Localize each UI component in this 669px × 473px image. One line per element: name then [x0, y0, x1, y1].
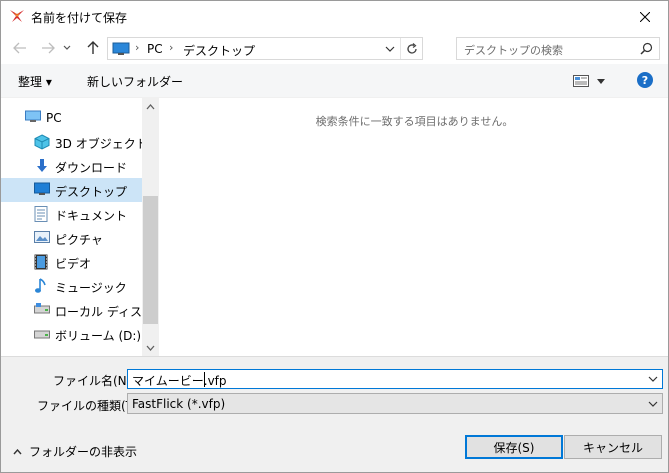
nav-item-music[interactable]: ミュージック	[1, 274, 142, 298]
arrow-right-icon	[42, 42, 55, 54]
filename-dropdown-button[interactable]	[646, 372, 660, 386]
breadcrumb-separator-icon: ›	[135, 41, 140, 54]
scroll-down-button[interactable]	[142, 339, 159, 356]
pc-icon	[25, 110, 41, 126]
change-view-button[interactable]	[573, 72, 611, 90]
nav-item-documents[interactable]: ドキュメント	[1, 202, 142, 226]
hide-folders-toggle[interactable]: フォルダーの非表示	[13, 443, 137, 460]
hide-folders-label: フォルダーの非表示	[29, 445, 138, 459]
nav-item-label: ピクチャ	[55, 233, 103, 247]
view-details-icon	[573, 75, 589, 87]
chevron-down-icon	[597, 78, 605, 84]
cancel-button[interactable]: キャンセル	[564, 435, 662, 459]
filename-field[interactable]: マイムービー.vfp	[127, 369, 663, 389]
navigation-pane: PC 3D オブジェクト ダウンロード デスクトップ ドキュメント ピクチャ ビ…	[1, 98, 159, 356]
chevron-up-icon	[13, 448, 22, 454]
save-button[interactable]: 保存(S)	[465, 435, 563, 459]
nav-item-label: ミュージック	[55, 281, 127, 295]
scroll-up-button[interactable]	[142, 98, 159, 115]
volume-icon	[34, 326, 50, 342]
nav-item-label: ドキュメント	[55, 209, 128, 223]
forward-button[interactable]	[39, 39, 57, 57]
nav-item-local-disk[interactable]: ローカル ディスク (C	[1, 298, 143, 322]
help-button[interactable]: ?	[637, 72, 653, 88]
recent-locations-button[interactable]	[61, 39, 73, 57]
nav-item-label: ダウンロード	[55, 161, 128, 175]
chevron-down-icon	[648, 401, 658, 407]
chevron-down-icon	[648, 376, 658, 382]
nav-item-pc[interactable]: PC	[1, 106, 142, 130]
organize-button[interactable]: 整理 ▾	[18, 73, 52, 90]
3d-objects-icon	[34, 134, 50, 150]
search-placeholder: デスクトップの検索	[464, 44, 563, 57]
breadcrumb-separator-icon: ›	[169, 41, 174, 54]
nav-item-label: ローカル ディスク (C	[55, 305, 143, 319]
search-input[interactable]: デスクトップの検索	[456, 37, 660, 60]
disk-icon	[34, 302, 50, 318]
nav-item-volume-d[interactable]: ボリューム (D:)	[1, 322, 142, 346]
save-form: ファイル名(N): マイムービー.vfp ファイルの種類(T): FastFli…	[1, 356, 668, 472]
search-icon[interactable]	[640, 42, 653, 58]
refresh-icon	[406, 42, 417, 54]
nav-item-3d-objects[interactable]: 3D オブジェクト	[1, 130, 143, 154]
scrollbar-thumb[interactable]	[143, 196, 158, 324]
refresh-button[interactable]	[400, 38, 422, 59]
desktop-icon	[34, 182, 50, 198]
download-icon	[34, 158, 50, 174]
nav-item-label: ボリューム (D:)	[55, 329, 142, 343]
pc-icon	[112, 42, 130, 59]
music-icon	[34, 278, 50, 294]
chevron-up-icon	[146, 103, 155, 109]
document-icon	[34, 206, 50, 222]
nav-item-desktop[interactable]: デスクトップ	[1, 178, 142, 202]
empty-result-message: 検索条件に一致する項目はありません。	[315, 115, 514, 128]
save-as-dialog: 名前を付けて保存 › PC › デスクトップ デスクトップの検索 整理 ▾ 新し…	[0, 0, 669, 473]
breadcrumb-desktop[interactable]: デスクトップ	[183, 42, 255, 59]
nav-item-downloads[interactable]: ダウンロード	[1, 154, 142, 178]
filetype-select[interactable]: FastFlick (*.vfp)	[127, 393, 663, 414]
filetype-value: FastFlick (*.vfp)	[132, 397, 226, 411]
chevron-down-icon	[385, 46, 395, 52]
chevron-down-icon	[63, 45, 71, 50]
filetype-dropdown-button[interactable]	[646, 397, 660, 411]
filename-value: マイムービー.vfp	[132, 374, 227, 388]
video-icon	[34, 254, 50, 270]
nav-item-pictures[interactable]: ピクチャ	[1, 226, 142, 250]
pictures-icon	[34, 230, 50, 246]
file-list-pane[interactable]: 検索条件に一致する項目はありません。	[161, 98, 668, 356]
nav-item-videos[interactable]: ビデオ	[1, 250, 142, 274]
nav-item-label: ビデオ	[55, 257, 92, 271]
address-dropdown-button[interactable]	[382, 41, 398, 57]
command-toolbar: 整理 ▾ 新しいフォルダー ?	[1, 64, 668, 98]
title-bar: 名前を付けて保存	[1, 1, 668, 32]
address-row: › PC › デスクトップ デスクトップの検索	[1, 32, 668, 64]
back-button[interactable]	[11, 39, 29, 57]
address-bar[interactable]: › PC › デスクトップ	[107, 37, 423, 60]
app-icon	[9, 8, 25, 24]
chevron-down-icon	[146, 345, 155, 351]
up-button[interactable]	[84, 39, 102, 57]
nav-item-label: 3D オブジェクト	[55, 137, 143, 151]
filename-label: ファイル名(N):	[53, 374, 136, 388]
breadcrumb-pc[interactable]: PC	[147, 42, 163, 56]
navigation-scrollbar[interactable]	[142, 98, 159, 356]
window-title: 名前を付けて保存	[31, 11, 128, 25]
arrow-left-icon	[13, 42, 26, 54]
nav-item-label: PC	[46, 111, 62, 125]
nav-item-label: デスクトップ	[55, 185, 128, 199]
close-button[interactable]	[622, 1, 668, 32]
arrow-up-icon	[87, 41, 99, 54]
new-folder-button[interactable]: 新しいフォルダー	[87, 73, 183, 90]
close-icon	[640, 11, 650, 22]
text-cursor	[204, 372, 205, 387]
